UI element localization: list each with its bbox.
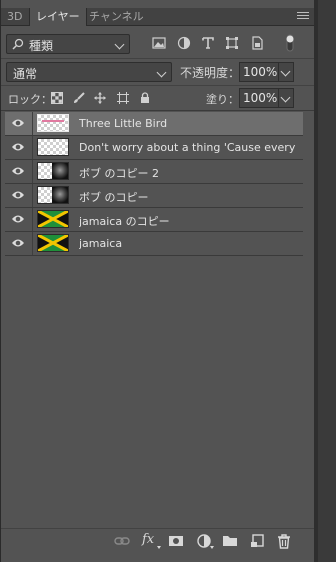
tab-layers[interactable]: レイヤー: [29, 8, 87, 26]
divider: [32, 136, 33, 159]
filter-kind-select[interactable]: 種類: [6, 34, 130, 54]
divider: [1, 528, 315, 529]
lock-row: ロック： 塗り： 100%: [1, 86, 315, 110]
layer-thumbnail[interactable]: [37, 186, 69, 204]
layer-thumbnail[interactable]: [37, 234, 69, 252]
layer-row[interactable]: Don't worry about a thing 'Cause every .…: [5, 136, 303, 160]
opacity-dropdown[interactable]: [278, 62, 294, 82]
lock-all-icon[interactable]: [139, 92, 151, 104]
layer-thumbnail[interactable]: [37, 138, 69, 156]
panel-tab-bar: 3D レイヤー チャンネル: [1, 8, 315, 26]
add-mask-icon[interactable]: [168, 533, 184, 549]
layer-name[interactable]: Don't worry about a thing 'Cause every .…: [79, 141, 299, 154]
caret-icon: [210, 546, 214, 549]
filter-kind-label: 種類: [29, 39, 54, 53]
divider: [32, 112, 33, 135]
chevron-down-icon: [114, 39, 125, 50]
layer-thumbnail[interactable]: [37, 210, 69, 228]
blend-mode-label: 通常: [13, 67, 38, 81]
divider: [32, 160, 33, 183]
layer-row[interactable]: Three Little Bird: [5, 112, 303, 136]
visibility-eye-icon[interactable]: [11, 141, 25, 153]
layer-name[interactable]: jamaica: [79, 237, 299, 250]
layers-panel: 3D レイヤー チャンネル 種類 通常 不透明度： 100% ロック： 塗り： …: [0, 0, 336, 562]
visibility-eye-icon[interactable]: [11, 165, 25, 177]
new-layer-icon[interactable]: [249, 533, 265, 549]
layer-name[interactable]: jamaica のコピー: [79, 213, 299, 229]
opacity-input[interactable]: 100%: [239, 62, 279, 82]
lock-artboard-icon[interactable]: [117, 92, 129, 104]
new-group-folder-icon[interactable]: [222, 533, 238, 549]
lock-label: ロック：: [8, 93, 52, 106]
layer-thumbnail[interactable]: [37, 114, 69, 132]
divider: [32, 184, 33, 207]
layers-bottom-toolbar: fx: [1, 530, 315, 552]
fill-input[interactable]: 100%: [239, 88, 279, 108]
delete-layer-icon[interactable]: [276, 533, 292, 549]
lock-image-pixels-icon[interactable]: [73, 92, 85, 104]
divider: [1, 110, 315, 111]
link-layers-icon[interactable]: [114, 533, 130, 549]
fx-icon[interactable]: fx: [142, 532, 154, 547]
smart-object-filter-icon[interactable]: [250, 36, 264, 50]
layer-name[interactable]: Three Little Bird: [79, 117, 299, 130]
chevron-down-icon: [156, 67, 167, 78]
layer-row[interactable]: ボブ のコピー: [5, 184, 303, 208]
caret-icon: [157, 546, 161, 549]
visibility-eye-icon[interactable]: [11, 213, 25, 225]
divider: [32, 232, 33, 255]
adjustment-layer-filter-icon[interactable]: [177, 36, 191, 50]
lock-position-icon[interactable]: [94, 92, 106, 104]
tab-channels[interactable]: チャンネル: [83, 8, 150, 25]
photo-preview: [52, 163, 68, 179]
divider: [32, 208, 33, 231]
shape-layer-filter-icon[interactable]: [225, 36, 239, 50]
layer-row[interactable]: ボブ のコピー 2: [5, 160, 303, 184]
tab-3d[interactable]: 3D: [1, 8, 28, 25]
blend-mode-select[interactable]: 通常: [6, 62, 172, 82]
lock-transparent-pixels-icon[interactable]: [51, 92, 63, 104]
layer-thumbnail[interactable]: [37, 162, 69, 180]
layer-name[interactable]: ボブ のコピー: [79, 189, 299, 205]
type-layer-filter-icon[interactable]: [201, 36, 215, 50]
fill-label: 塗り：: [206, 93, 239, 106]
divider: [1, 58, 315, 59]
filter-toggle-icon[interactable]: [284, 33, 296, 53]
text-preview: [42, 120, 64, 122]
panel-menu-icon[interactable]: [297, 12, 309, 21]
filter-row: 種類: [1, 31, 315, 57]
chevron-down-icon: [280, 92, 291, 103]
visibility-eye-icon[interactable]: [11, 117, 25, 129]
layer-row[interactable]: jamaica: [5, 232, 303, 256]
chevron-down-icon: [280, 66, 291, 77]
fill-dropdown[interactable]: [278, 88, 294, 108]
layer-name[interactable]: ボブ のコピー 2: [79, 165, 299, 181]
panel-dock-edge: [314, 0, 336, 562]
opacity-label: 不透明度：: [180, 66, 241, 80]
search-icon: [12, 38, 24, 50]
photo-preview: [52, 187, 68, 203]
pixel-layer-filter-icon[interactable]: [152, 36, 166, 50]
layers-list: Three Little Bird Don't worry about a th…: [5, 112, 303, 256]
visibility-eye-icon[interactable]: [11, 189, 25, 201]
visibility-eye-icon[interactable]: [11, 237, 25, 249]
layer-row[interactable]: jamaica のコピー: [5, 208, 303, 232]
blend-row: 通常 不透明度： 100%: [1, 60, 315, 84]
